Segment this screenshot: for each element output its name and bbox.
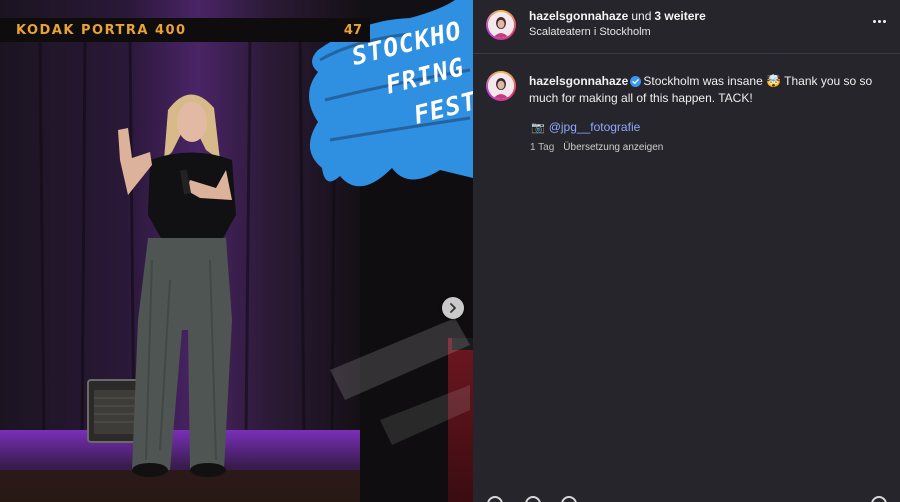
post-caption: hazelsgonnahaze Stockholm was insane 🤯 Th… [529, 73, 879, 107]
action-bar [473, 494, 900, 502]
caption-username-link[interactable]: hazelsgonnahaze [529, 74, 628, 88]
avatar-image [488, 12, 514, 38]
header-authors: hazelsgonnahaze und 3 weitere [529, 9, 706, 23]
heart-icon[interactable] [487, 496, 503, 502]
more-options-button[interactable] [870, 14, 888, 28]
film-frame-strip: KODAK PORTRA 400 47 [0, 18, 370, 42]
see-translation-button[interactable]: Übersetzung anzeigen [563, 142, 663, 153]
join-word: und [631, 9, 652, 23]
profile-photo-icon [488, 73, 514, 99]
share-icon[interactable] [561, 496, 577, 502]
film-frame-number: 47 [343, 22, 362, 38]
camera-icon: 📷 [531, 122, 545, 134]
dot [882, 19, 886, 23]
verified-badge-icon [630, 76, 642, 87]
caption-avatar[interactable] [486, 71, 516, 101]
bookmark-icon[interactable] [871, 496, 887, 502]
post-header: hazelsgonnahaze und 3 weitere Scalateatern… [473, 0, 900, 54]
comment-icon[interactable] [525, 496, 541, 502]
post-details-panel: hazelsgonnahaze und 3 weitere Scalateatern… [473, 0, 900, 502]
post-media: KODAK PORTRA 400 47 STOCKHO FRING FESTI [0, 0, 473, 502]
avatar-image [488, 73, 514, 99]
next-image-button[interactable] [442, 297, 464, 319]
post-age: 1 Tag [530, 142, 555, 153]
credit-handle-link[interactable]: @jpg__fotografie [549, 120, 641, 134]
avatar[interactable] [486, 10, 516, 40]
location-link[interactable]: Scalateatern i Stockholm [529, 26, 651, 38]
chevron-right-icon [450, 303, 456, 313]
dot [872, 19, 876, 23]
profile-photo-icon [488, 12, 514, 38]
author-username-link[interactable]: hazelsgonnahaze [529, 9, 628, 23]
photo-credit: 📷 @jpg__fotografie [531, 120, 640, 134]
caption-meta: 1 Tag Übersetzung anzeigen [530, 142, 663, 153]
dot [877, 19, 881, 23]
coauthors-link[interactable]: 3 weitere [654, 9, 705, 23]
film-brand-label: KODAK PORTRA 400 [16, 22, 187, 38]
